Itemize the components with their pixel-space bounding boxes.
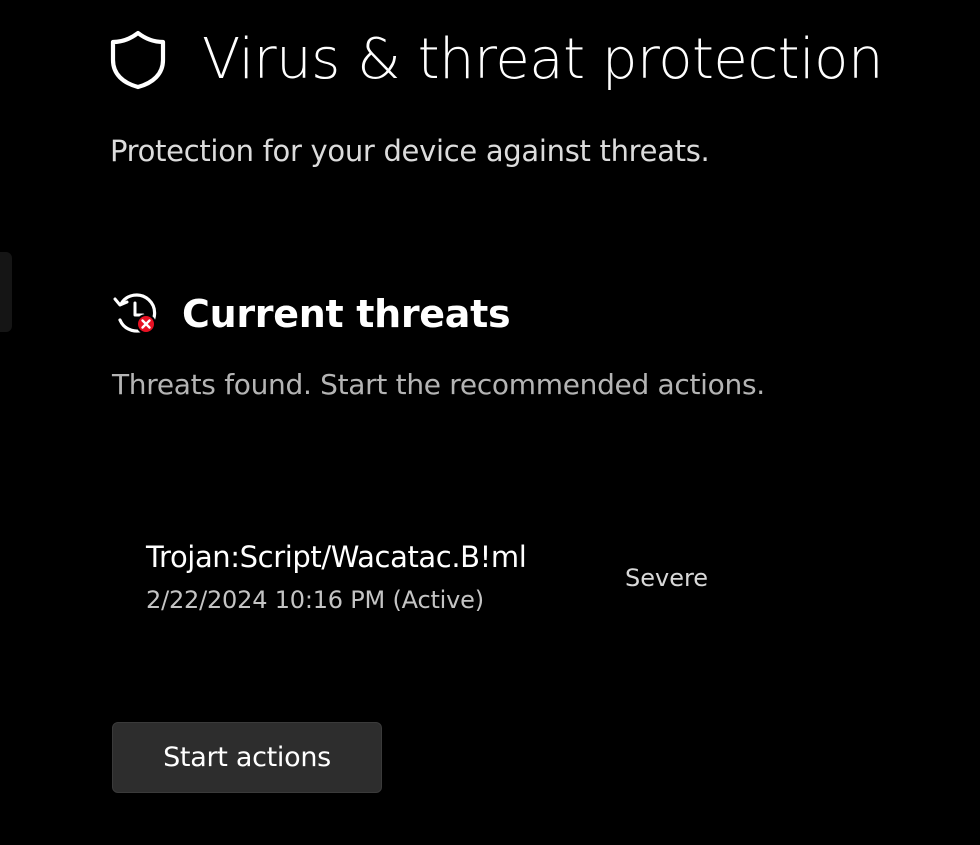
navigation-pane-edge[interactable]	[0, 252, 12, 332]
page-title: Virus & threat protection	[202, 27, 883, 92]
threat-severity: Severe	[625, 564, 709, 592]
threat-list-item[interactable]: Trojan:Script/Wacatac.B!ml 2/22/2024 10:…	[146, 538, 746, 628]
threat-name: Trojan:Script/Wacatac.B!ml	[146, 540, 527, 574]
threat-date: 2/22/2024 10:16 PM (Active)	[146, 586, 484, 614]
current-threats-header: Current threats	[112, 286, 511, 342]
page-header: Virus & threat protection	[110, 24, 883, 96]
start-actions-button[interactable]: Start actions	[112, 722, 382, 793]
shield-icon	[110, 30, 166, 90]
threat-history-icon	[113, 293, 157, 334]
page-subtitle: Protection for your device against threa…	[110, 134, 710, 168]
section-subtitle: Threats found. Start the recommended act…	[112, 368, 765, 401]
section-title: Current threats	[182, 292, 511, 336]
